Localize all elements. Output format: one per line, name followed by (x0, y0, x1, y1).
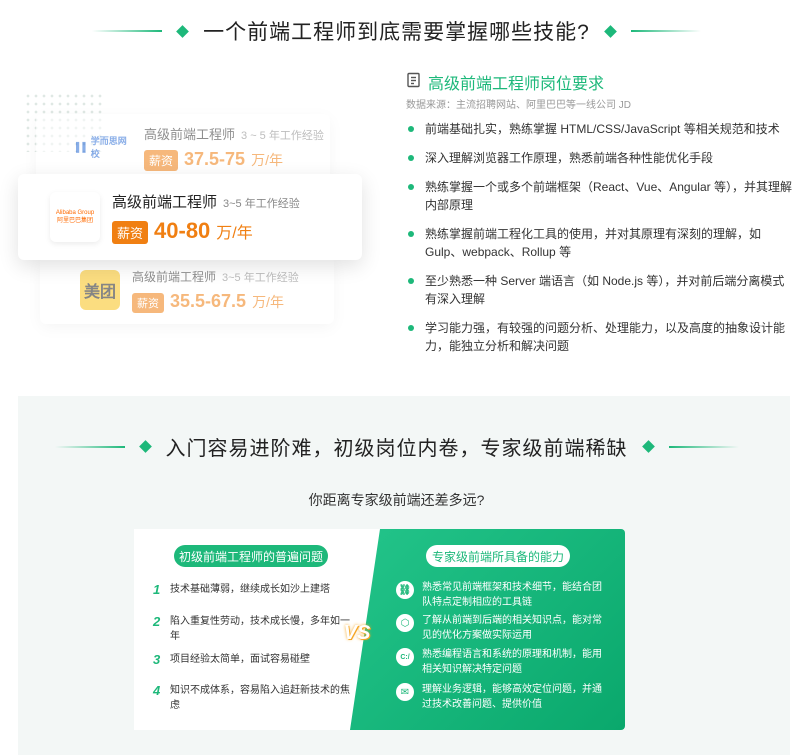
bullet-icon (408, 184, 414, 190)
data-source: 数据来源：主流招聘网站、阿里巴巴等一线公司 JD (406, 100, 631, 111)
alibaba-logo: Alibaba Group 阿里巴巴集团 (50, 192, 100, 242)
list-item: ⬡ 了解从前端到后端的相关知识点，能对常见的优化方案做实际运用 (396, 613, 606, 643)
diamond-icon (603, 24, 617, 38)
section-title: 一个前端工程师到底需要掌握哪些技能? (203, 21, 590, 44)
section-title: 入门容易进阶难，初级岗位内卷，专家级前端稀缺 (165, 438, 628, 460)
list-item: 4 知识不成体系，容易陷入追赶新技术的焦虑 (153, 683, 350, 711)
bullet-icon (408, 155, 414, 161)
list-item: 熟练掌握一个或多个前端框架（React、Vue、Angular 等），并其理解内… (408, 178, 792, 214)
requirements-list: 前端基础扎实，熟练掌握 HTML/CSS/JavaScript 等相关规范和技术… (408, 120, 792, 366)
salary-tag: 薪资 (144, 149, 179, 171)
salary-unit: 万/年 (251, 151, 283, 168)
list-item: C:/ 熟悉编程语言和系统的原理和机制，能用相关知识解决特定问题 (396, 647, 606, 677)
section-subtitle: 你距离专家级前端还差多远? (308, 492, 485, 508)
divider (668, 445, 739, 448)
bullet-icon (408, 231, 414, 237)
job-title: 高级前端工程师 (132, 269, 217, 284)
experience: 3 ~ 5 年工作经验 (241, 129, 324, 142)
diamond-icon (138, 440, 152, 453)
number-icon: 4 (153, 683, 161, 698)
diamond-icon (641, 440, 655, 453)
mail-icon: ✉ (396, 683, 414, 701)
link-icon: ⛓ (396, 581, 414, 599)
section-heading: 一个前端工程师到底需要掌握哪些技能? (0, 16, 793, 46)
bullet-icon (408, 278, 414, 284)
salary-tag: 薪资 (112, 220, 149, 244)
experience: 3~5 年工作经验 (222, 271, 299, 284)
company-card-meituan: 美团 高级前端工程师 3~5 年工作经验 薪资 35.5-67.5 万/年 (40, 256, 334, 324)
salary-value: 37.5-75 (184, 148, 246, 169)
salary-value: 35.5-67.5 (170, 290, 247, 311)
list-item: 深入理解浏览器工作原理，熟悉前端各种性能优化手段 (408, 149, 792, 167)
job-title: 高级前端工程师 (112, 193, 218, 211)
divider (54, 445, 125, 448)
experience: 3~5 年工作经验 (223, 197, 300, 210)
cube-icon: ⬡ (396, 614, 414, 632)
company-card-alibaba: Alibaba Group 阿里巴巴集团 高级前端工程师 3~5 年工作经验 薪… (18, 174, 362, 260)
salary-value: 40-80 (154, 217, 211, 243)
requirements-title: 高级前端工程师岗位要求 (428, 76, 605, 93)
list-item: 2 陷入重复性劳动，技术成长慢，多年如一年 (153, 614, 350, 642)
number-icon: 3 (153, 652, 161, 667)
expert-title: 专家级前端所具备的能力 (426, 545, 570, 567)
section-heading: 入门容易进阶难，初级岗位内卷，专家级前端稀缺 (0, 432, 793, 461)
code-icon: C:/ (396, 648, 414, 666)
number-icon: 1 (153, 582, 161, 597)
job-title: 高级前端工程师 (144, 126, 236, 142)
vs-badge: VS (343, 621, 371, 644)
salary-unit: 万/年 (252, 293, 284, 310)
list-item: 学习能力强，有较强的问题分析、处理能力，以及高度的抽象设计能力，能独立分析和解决… (408, 319, 792, 355)
company-card-xueersi: ▌▌ 学而思网校 高级前端工程师 3 ~ 5 年工作经验 薪资 37.5-75 万… (36, 114, 330, 180)
list-item: 至少熟悉一种 Server 端语言（如 Node.js 等），并对前后端分离模式… (408, 272, 792, 308)
requirements-header: 高级前端工程师岗位要求 (406, 70, 604, 94)
list-item: ⛓ 熟悉常见前端框架和技术细节，能结合团队特点定制相应的工具链 (396, 580, 606, 610)
document-icon (406, 72, 422, 93)
diamond-icon (176, 24, 190, 38)
number-icon: 2 (153, 614, 161, 629)
divider (92, 30, 163, 32)
list-item: 前端基础扎实，熟练掌握 HTML/CSS/JavaScript 等相关规范和技术 (408, 120, 792, 138)
list-item: ✉ 理解业务逻辑，能够高效定位问题，并通过技术改善问题、提供价值 (396, 682, 606, 712)
list-item: 3 项目经验太简单，面试容易碰壁 (153, 652, 310, 667)
list-item: 熟练掌握前端工程化工具的使用，并对其原理有深刻的理解，如 Gulp、webpac… (408, 225, 792, 261)
list-item: 1 技术基础薄弱，继续成长如沙上建塔 (153, 582, 330, 597)
salary-tag: 薪资 (132, 292, 164, 313)
salary-unit: 万/年 (216, 224, 253, 242)
junior-title: 初级前端工程师的普遍问题 (174, 545, 328, 567)
divider (630, 30, 701, 32)
meituan-logo: 美团 (80, 270, 120, 310)
xueersi-logo: ▌▌ 学而思网校 (76, 136, 127, 159)
bullet-icon (408, 126, 414, 132)
bullet-icon (408, 325, 414, 331)
